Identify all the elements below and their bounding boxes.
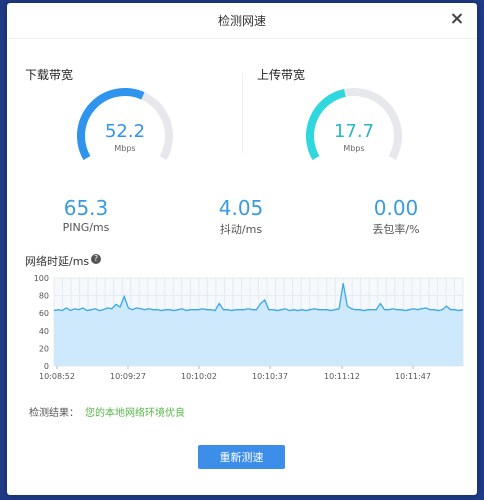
download-unit: Mbps — [114, 144, 136, 153]
result-label: 检测结果： — [29, 408, 79, 419]
ping-label: PING/ms — [62, 221, 110, 234]
upload-value: 17.7 — [333, 121, 375, 142]
y-tick-label: 60 — [39, 309, 49, 318]
x-tick-label: 10:10:37 — [252, 372, 288, 381]
x-tick-label: 10:11:12 — [324, 372, 360, 381]
upload-unit: Mbps — [343, 144, 365, 153]
section-divider — [242, 73, 243, 153]
test-result: 检测结果： 您的本地网络环境优良 — [29, 404, 185, 419]
speed-test-dialog: 检测网速 下载带宽 上传带宽 52.2 Mbps 17.7 Mbps 65.3 … — [7, 3, 477, 495]
upload-gauge: 17.7 Mbps — [299, 87, 409, 167]
upload-label: 上传带宽 — [257, 68, 306, 82]
jitter-stat: 4.05 抖动/ms — [181, 196, 301, 237]
download-value: 52.2 — [104, 121, 146, 142]
y-tick-label: 0 — [44, 362, 49, 371]
latency-title: 网络时延/ms — [25, 255, 90, 268]
dialog-titlebar: 检测网速 — [7, 3, 477, 39]
jitter-value: 4.05 — [218, 196, 264, 220]
dialog-title: 检测网速 — [217, 14, 266, 28]
ping-stat: 65.3 PING/ms — [26, 196, 146, 234]
x-tick-label: 10:11:47 — [395, 372, 431, 381]
x-tick-label: 10:09:27 — [110, 372, 146, 381]
help-icon[interactable]: ? — [91, 254, 101, 264]
y-tick-label: 80 — [39, 292, 49, 301]
download-gauge: 52.2 Mbps — [70, 87, 180, 167]
result-text: 您的本地网络环境优良 — [85, 408, 185, 419]
ping-value: 65.3 — [63, 196, 109, 220]
close-icon[interactable] — [449, 11, 465, 27]
retest-button[interactable]: 重新测速 — [198, 445, 285, 469]
x-tick-label: 10:10:02 — [181, 372, 217, 381]
latency-chart: 0 20 40 60 80 100 10:08:52 10:09:27 10:10:02 10:1… — [34, 274, 464, 381]
x-tick-label: 10:08:52 — [39, 372, 75, 381]
packet-loss-label: 丢包率/% — [372, 223, 420, 236]
packet-loss-value: 0.00 — [373, 196, 419, 220]
y-tick-label: 40 — [39, 327, 49, 336]
packet-loss-stat: 0.00 丢包率/% — [336, 196, 456, 237]
jitter-label: 抖动/ms — [219, 223, 263, 236]
y-tick-label: 20 — [39, 344, 49, 353]
download-label: 下载带宽 — [25, 68, 74, 82]
y-tick-label: 100 — [34, 274, 49, 283]
